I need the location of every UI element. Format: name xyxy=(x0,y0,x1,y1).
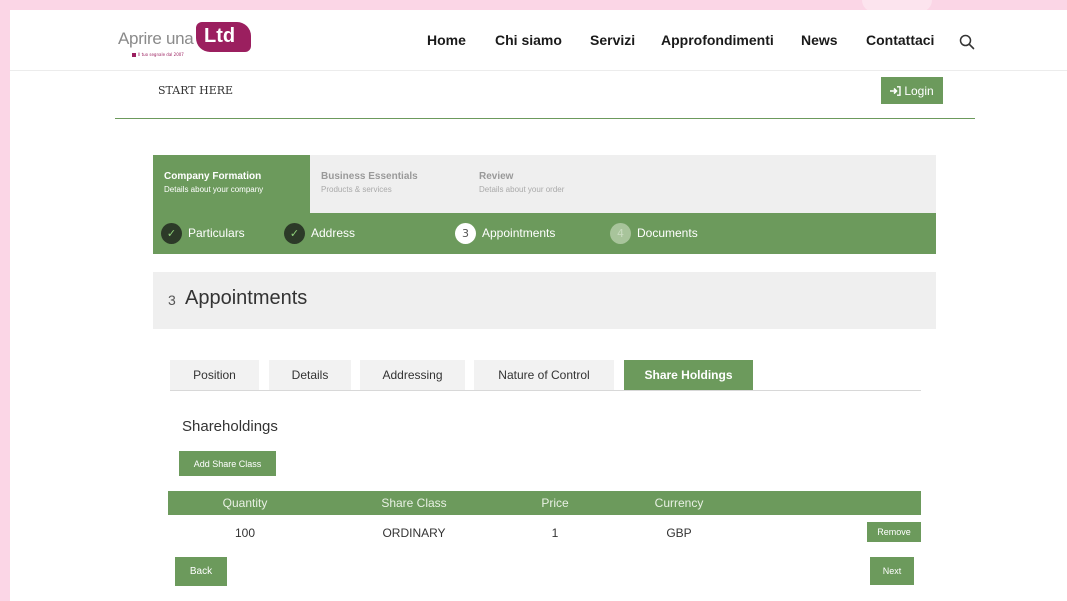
tabs-divider xyxy=(170,390,921,391)
stage-subtitle: Products & services xyxy=(321,185,392,194)
logo-badge: Ltd xyxy=(196,22,251,52)
login-label: Login xyxy=(904,83,934,98)
nav-item-chi-siamo[interactable]: Chi siamo xyxy=(495,32,562,48)
start-here-label: START HERE xyxy=(158,84,234,97)
page-frame: Aprire una Ltd Il tuo segnale dal 2007 H… xyxy=(10,10,1067,601)
step-label: Documents xyxy=(637,226,698,240)
section-number: 3 xyxy=(168,292,176,308)
check-icon: ✓ xyxy=(161,222,182,244)
nav-item-servizi[interactable]: Servizi xyxy=(590,32,635,48)
stage-progress: Company Formation Details about your com… xyxy=(153,155,936,213)
next-button[interactable]: Next xyxy=(870,557,914,585)
header-divider xyxy=(115,118,975,119)
remove-button[interactable]: Remove xyxy=(867,522,921,542)
table-header: Quantity Share Class Price Currency xyxy=(168,491,921,515)
column-header-quantity: Quantity xyxy=(222,496,268,510)
logo-tagline: Il tuo segnale dal 2007 xyxy=(132,52,184,57)
add-share-class-button[interactable]: Add Share Class xyxy=(179,451,276,476)
tab-details[interactable]: Details xyxy=(269,360,351,390)
cell-currency: GBP xyxy=(666,526,692,540)
login-button[interactable]: Login xyxy=(881,77,943,104)
check-icon: ✓ xyxy=(284,222,305,244)
stage-subtitle: Details about your company xyxy=(164,185,264,194)
logo-text: Aprire una xyxy=(118,29,194,48)
column-header-currency: Currency xyxy=(654,496,704,510)
step-label: Address xyxy=(311,226,356,240)
stage-review[interactable]: Review Details about your order xyxy=(468,155,625,213)
tab-position[interactable]: Position xyxy=(170,360,259,390)
step-number: 3 xyxy=(455,222,476,244)
step-label: Particulars xyxy=(188,226,245,240)
search-icon[interactable] xyxy=(959,34,975,50)
site-header: Aprire una Ltd Il tuo segnale dal 2007 H… xyxy=(10,10,1067,71)
column-header-price: Price xyxy=(541,496,569,510)
tab-addressing[interactable]: Addressing xyxy=(360,360,465,390)
logo[interactable]: Aprire una Ltd Il tuo segnale dal 2007 xyxy=(118,22,253,62)
step-label: Appointments xyxy=(482,226,556,240)
step-documents[interactable]: 4 Documents xyxy=(610,222,698,244)
shareholdings-title: Shareholdings xyxy=(182,418,278,435)
cell-share-class: ORDINARY xyxy=(382,526,446,540)
nav-item-news[interactable]: News xyxy=(801,32,838,48)
nav-item-home[interactable]: Home xyxy=(427,32,466,48)
stage-subtitle: Details about your order xyxy=(479,185,565,194)
tab-nature-of-control[interactable]: Nature of Control xyxy=(474,360,614,390)
column-header-share-class: Share Class xyxy=(381,496,447,510)
back-button[interactable]: Back xyxy=(175,557,227,586)
cell-price: 1 xyxy=(551,526,559,540)
stage-title: Review xyxy=(479,171,514,182)
tab-share-holdings[interactable]: Share Holdings xyxy=(624,360,753,390)
step-address[interactable]: ✓ Address xyxy=(284,222,355,244)
section-heading: 3 Appointments xyxy=(153,272,936,329)
cell-quantity: 100 xyxy=(234,526,256,540)
stage-company-formation[interactable]: Company Formation Details about your com… xyxy=(153,155,310,213)
nav-item-contattaci[interactable]: Contattaci xyxy=(866,32,934,48)
stage-title: Company Formation xyxy=(164,171,262,182)
step-bar: ✓ Particulars ✓ Address 3 Appointments 4… xyxy=(153,213,936,254)
stage-business-essentials[interactable]: Business Essentials Products & services xyxy=(310,155,467,213)
page-title: Appointments xyxy=(185,287,308,309)
step-appointments[interactable]: 3 Appointments xyxy=(455,222,555,244)
nav-item-approfondimenti[interactable]: Approfondimenti xyxy=(661,32,774,48)
sign-in-icon xyxy=(890,85,902,96)
logo-badge-text: Ltd xyxy=(204,25,236,47)
stage-title: Business Essentials xyxy=(321,171,418,182)
step-number: 4 xyxy=(610,222,631,244)
step-particulars[interactable]: ✓ Particulars xyxy=(161,222,245,244)
